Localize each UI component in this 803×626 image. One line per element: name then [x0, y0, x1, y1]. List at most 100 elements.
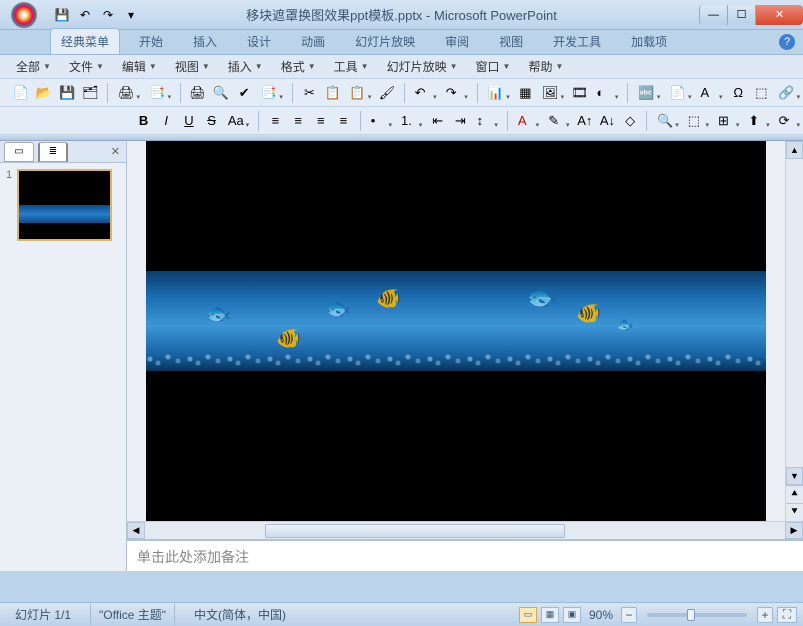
bold-button[interactable]: B	[133, 110, 154, 132]
justify-button[interactable]: ≡	[333, 110, 354, 132]
object-button[interactable]: ⬚	[751, 82, 772, 104]
templates-button[interactable]: 📑	[145, 82, 174, 104]
clipart-button[interactable]: 🎞	[569, 82, 590, 104]
qat-undo-button[interactable]: ↶	[75, 5, 95, 25]
save-button[interactable]: 💾	[57, 82, 78, 104]
chart-button[interactable]: 📊	[484, 82, 513, 104]
scroll-down-button[interactable]: ▼	[786, 467, 803, 485]
ribbon-tab-slideshow[interactable]: 幻灯片放映	[344, 28, 426, 54]
paste-button[interactable]: 📋	[345, 82, 374, 104]
scroll-left-button[interactable]: ◀	[127, 522, 145, 539]
find-button[interactable]: 🔍	[653, 110, 681, 132]
ribbon-tab-home[interactable]: 开始	[128, 28, 174, 54]
close-button[interactable]: ✕	[755, 5, 803, 25]
outline-tab[interactable]: ≣	[38, 142, 68, 162]
menu-format[interactable]: 格式▼	[275, 56, 322, 77]
menu-insert[interactable]: 插入▼	[222, 56, 269, 77]
wordart-button[interactable]: A	[697, 82, 726, 104]
new-button[interactable]: 📄	[10, 82, 31, 104]
zoom-knob[interactable]	[687, 609, 695, 621]
hyperlink-button[interactable]: 🔗	[774, 82, 803, 104]
scroll-up-button[interactable]: ▲	[786, 141, 803, 159]
qat-customize-button[interactable]: ▾	[121, 5, 141, 25]
notes-pane[interactable]: 单击此处添加备注	[127, 539, 803, 571]
ribbon-tab-insert[interactable]: 插入	[182, 28, 228, 54]
fit-to-window-button[interactable]: ⛶	[777, 607, 797, 623]
undo-button[interactable]: ↶	[411, 82, 440, 104]
ribbon-tab-classic[interactable]: 经典菜单	[50, 28, 120, 54]
office-button[interactable]	[4, 0, 44, 30]
italic-button[interactable]: I	[156, 110, 177, 132]
slides-tab[interactable]: ▭	[4, 142, 34, 162]
ribbon-tab-review[interactable]: 审阅	[434, 28, 480, 54]
change-case-button[interactable]: Aa	[224, 110, 252, 132]
zoom-in-button[interactable]: +	[757, 607, 773, 623]
menu-all[interactable]: 全部▼	[10, 56, 57, 77]
ribbon-tab-design[interactable]: 设计	[236, 28, 282, 54]
arrange-button[interactable]: ⬆	[744, 110, 772, 132]
strike-button[interactable]: S	[201, 110, 222, 132]
ribbon-tab-animation[interactable]: 动画	[290, 28, 336, 54]
zoom-label[interactable]: 90%	[589, 608, 613, 622]
cut-button[interactable]: ✂	[299, 82, 320, 104]
zoom-out-button[interactable]: −	[621, 607, 637, 623]
clear-format-button[interactable]: ◇	[620, 110, 641, 132]
zoom-slider[interactable]	[647, 613, 747, 617]
maximize-button[interactable]: ☐	[727, 5, 755, 25]
next-slide-button[interactable]: ⯆	[786, 503, 803, 521]
font-grow-button[interactable]: A↑	[575, 110, 596, 132]
menu-tools[interactable]: 工具▼	[328, 56, 375, 77]
status-language[interactable]: 中文(简体，中国)	[185, 603, 295, 626]
rotate-button[interactable]: ⟳	[775, 110, 803, 132]
indent-inc-button[interactable]: ⇥	[450, 110, 471, 132]
bullets-button[interactable]: •	[367, 110, 395, 132]
table-button[interactable]: ▦	[515, 82, 536, 104]
slide-canvas[interactable]: 🐟 🐠 🐟 🐠 🐟 🐠 🐟	[146, 141, 766, 521]
research-button[interactable]: 📑	[257, 82, 286, 104]
font-color-button[interactable]: A	[514, 110, 542, 132]
underline-button[interactable]: U	[179, 110, 200, 132]
format-painter-button[interactable]: 🖌	[376, 82, 397, 104]
sorter-view-button[interactable]: ▦	[541, 607, 559, 623]
qat-redo-button[interactable]: ↷	[98, 5, 118, 25]
header-footer-button[interactable]: 📄	[665, 82, 694, 104]
group-button[interactable]: ⊞	[714, 110, 742, 132]
line-spacing-button[interactable]: ↕	[473, 110, 501, 132]
open-button[interactable]: 📂	[33, 82, 54, 104]
vertical-scrollbar[interactable]: ▲ ▼ ⯅ ⯆	[785, 141, 803, 521]
print-quick-button[interactable]: 🖨	[114, 82, 143, 104]
copy-button[interactable]: 📋	[322, 82, 343, 104]
hscroll-track[interactable]	[145, 522, 785, 539]
menu-window[interactable]: 窗口▼	[470, 56, 517, 77]
menu-slideshow[interactable]: 幻灯片放映▼	[381, 56, 464, 77]
print-button[interactable]: 🖨	[187, 82, 208, 104]
slide-thumbnail-1[interactable]	[17, 169, 112, 241]
ribbon-tab-view[interactable]: 视图	[488, 28, 534, 54]
select-button[interactable]: ⬚	[684, 110, 712, 132]
spell-button[interactable]: ✔	[234, 82, 255, 104]
saveall-button[interactable]: 🗂	[80, 82, 101, 104]
redo-button[interactable]: ↷	[442, 82, 471, 104]
panel-close-button[interactable]: ✕	[111, 145, 120, 158]
slideshow-view-button[interactable]: ▣	[563, 607, 581, 623]
ribbon-tab-addins[interactable]: 加载项	[620, 28, 678, 54]
horizontal-scrollbar[interactable]: ◀ ▶	[127, 521, 803, 539]
qat-save-button[interactable]: 💾	[52, 5, 72, 25]
font-shrink-button[interactable]: A↓	[597, 110, 618, 132]
minimize-button[interactable]: —	[699, 5, 727, 25]
menu-file[interactable]: 文件▼	[63, 56, 110, 77]
textbox-button[interactable]: 🔤	[634, 82, 663, 104]
ribbon-tab-developer[interactable]: 开发工具	[542, 28, 612, 54]
align-center-button[interactable]: ≡	[288, 110, 309, 132]
preview-button[interactable]: 🔍	[210, 82, 231, 104]
menu-view[interactable]: 视图▼	[169, 56, 216, 77]
align-left-button[interactable]: ≡	[265, 110, 286, 132]
prev-slide-button[interactable]: ⯅	[786, 485, 803, 503]
menu-help[interactable]: 帮助▼	[522, 56, 569, 77]
help-button[interactable]: ?	[779, 34, 795, 50]
indent-dec-button[interactable]: ⇤	[427, 110, 448, 132]
scroll-right-button[interactable]: ▶	[785, 522, 803, 539]
highlight-button[interactable]: ✎	[544, 110, 572, 132]
symbol-button[interactable]: Ω	[728, 82, 749, 104]
numbering-button[interactable]: 1.	[397, 110, 425, 132]
